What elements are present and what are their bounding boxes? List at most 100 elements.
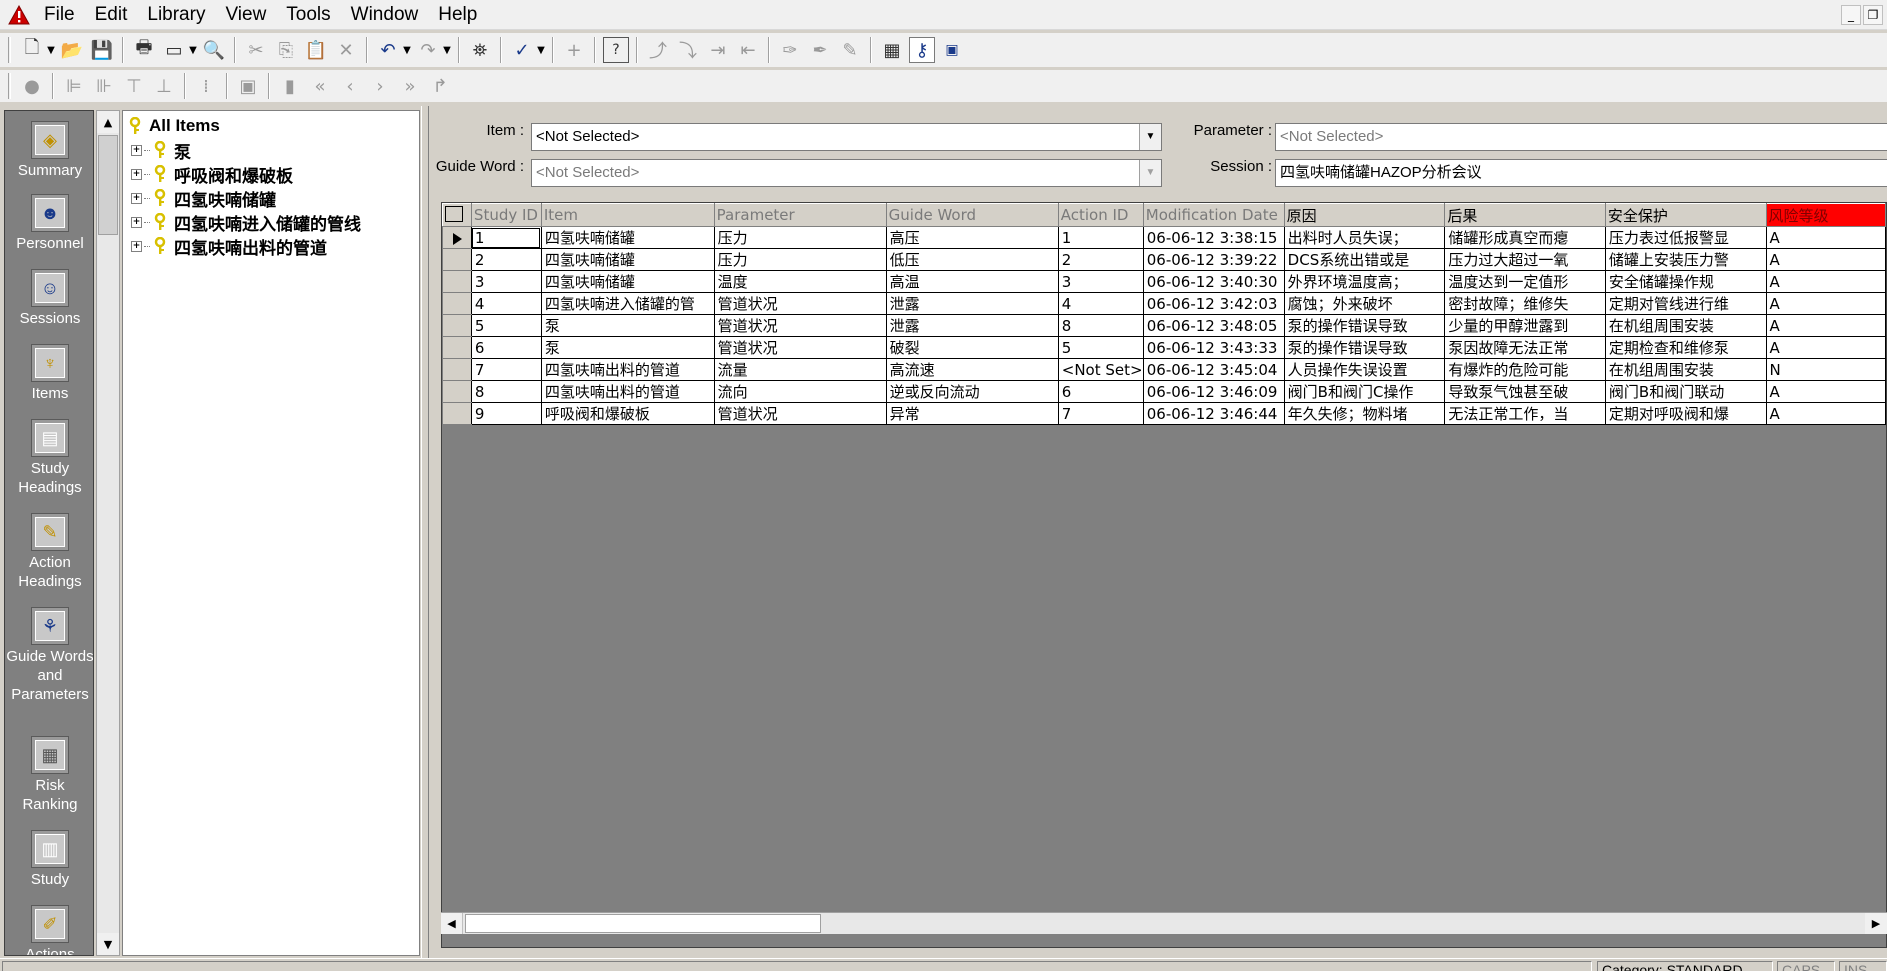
table-cell[interactable]: 密封故障；维修失 <box>1444 292 1606 315</box>
row-selector[interactable] <box>442 292 472 315</box>
scroll-up-icon[interactable]: ▲ <box>97 111 119 133</box>
column-header[interactable]: Item <box>540 203 715 227</box>
last-record-icon[interactable]: » <box>397 73 423 99</box>
table-cell[interactable]: 压力过大超过一氧 <box>1444 248 1606 271</box>
table-cell[interactable]: 储罐上安装压力警 <box>1604 248 1767 271</box>
warning-triangle-icon[interactable] <box>8 4 30 26</box>
scroll-down-icon[interactable]: ▼ <box>97 933 119 955</box>
table-cell[interactable]: 泵 <box>540 336 715 359</box>
table-cell[interactable]: 低压 <box>885 248 1059 271</box>
table-row[interactable]: 7 四氢呋喃出料的管道 流量 高流速 <Not Set> 06-06-12 3:45:04… <box>442 358 1886 381</box>
align-bottom-icon[interactable]: ⊥ <box>151 73 177 99</box>
table-cell[interactable]: 破裂 <box>885 336 1059 359</box>
paste-icon[interactable]: 📋 <box>303 37 329 63</box>
menu-window[interactable]: Window <box>341 0 429 30</box>
insert-node-icon[interactable]: ⤴ <box>645 37 671 63</box>
delete-node-icon[interactable]: ⇤ <box>735 37 761 63</box>
nav-sessions[interactable]: ☺ Sessions <box>5 269 93 328</box>
undo-dropdown-icon[interactable]: ▼ <box>401 37 413 63</box>
expand-icon[interactable]: + <box>131 216 142 228</box>
menu-library[interactable]: Library <box>137 0 215 30</box>
table-cell[interactable]: <Not Set> <box>1057 358 1144 381</box>
table-cell[interactable]: 泵的操作错误导致 <box>1283 314 1446 337</box>
table-cell[interactable]: 1 <box>470 226 542 249</box>
menu-edit[interactable]: Edit <box>85 0 138 30</box>
expand-icon[interactable]: + <box>131 192 142 204</box>
table-cell[interactable]: 06-06-12 3:38:15 <box>1142 226 1285 249</box>
table-cell[interactable]: 5 <box>1057 336 1144 359</box>
column-header[interactable]: 安全保护 <box>1604 203 1767 227</box>
page-dropdown-icon[interactable]: ▼ <box>187 37 199 63</box>
table-cell[interactable]: A <box>1765 270 1886 293</box>
parameter-filter-select[interactable]: <Not Selected> <box>1275 123 1887 151</box>
align-right-icon[interactable]: ⊪ <box>91 73 117 99</box>
nav-scrollbar[interactable]: ▲ ▼ <box>96 110 120 956</box>
restore-icon[interactable]: ❐ <box>1863 5 1883 25</box>
table-cell[interactable]: 压力 <box>713 226 887 249</box>
page-setup-icon[interactable]: ▭ <box>161 37 187 63</box>
table-cell[interactable]: 异常 <box>885 402 1059 425</box>
table-row[interactable]: 1 四氢呋喃储罐 压力 高压 1 06-06-12 3:38:15 出料时人员失误； 储罐形成… <box>442 226 1886 249</box>
tree-node[interactable]: + 四氢呋喃进入储罐的管线 <box>123 210 419 235</box>
table-row[interactable]: 2 四氢呋喃储罐 压力 低压 2 06-06-12 3:39:22 DCS系统出错或是 压力过… <box>442 248 1886 271</box>
table-cell[interactable]: 外界环境温度高； <box>1283 270 1446 293</box>
table-cell[interactable]: DCS系统出错或是 <box>1283 248 1446 271</box>
redo-dropdown-icon[interactable]: ▼ <box>441 37 453 63</box>
table-cell[interactable]: A <box>1765 292 1886 315</box>
menu-view[interactable]: View <box>215 0 276 30</box>
table-cell[interactable]: 逆或反向流动 <box>885 380 1059 403</box>
table-cell[interactable]: 定期检查和维修泵 <box>1604 336 1767 359</box>
scroll-thumb[interactable] <box>465 914 821 933</box>
table-cell[interactable]: 3 <box>1057 270 1144 293</box>
table-cell[interactable]: 四氢呋喃进入储罐的管 <box>540 292 715 315</box>
pane-splitter[interactable] <box>421 106 429 958</box>
grid-dots-icon[interactable]: ⁞ <box>193 73 219 99</box>
expand-icon[interactable]: + <box>131 144 142 156</box>
nav-personnel[interactable]: ☻ Personnel <box>5 194 93 253</box>
table-cell[interactable]: 7 <box>470 358 542 381</box>
table-cell[interactable]: 管道状况 <box>713 292 887 315</box>
key-toggle-icon[interactable]: ⚷ <box>909 37 935 63</box>
record-icon[interactable]: ● <box>19 73 45 99</box>
menu-tools[interactable]: Tools <box>276 0 340 30</box>
table-cell[interactable]: 阀门B和阀门联动 <box>1604 380 1767 403</box>
table-row[interactable]: 5 泵管道状况 泄露 8 06-06-12 3:48:05 泵的操作错误导致 少量的甲醇泄露… <box>442 314 1886 337</box>
table-cell[interactable]: 6 <box>1057 380 1144 403</box>
table-cell[interactable]: 温度 <box>713 270 887 293</box>
table-cell[interactable]: 压力 <box>713 248 887 271</box>
table-cell[interactable]: 高压 <box>885 226 1059 249</box>
chevron-down-icon[interactable]: ▼ <box>1139 160 1161 186</box>
table-cell[interactable]: 泄露 <box>885 292 1059 315</box>
table-cell[interactable]: 安全储罐操作规 <box>1604 270 1767 293</box>
minimize-icon[interactable]: _ <box>1841 5 1861 25</box>
table-cell[interactable]: 有爆炸的危险可能 <box>1444 358 1606 381</box>
table-cell[interactable]: 高温 <box>885 270 1059 293</box>
table-cell[interactable]: 温度达到一定值形 <box>1444 270 1606 293</box>
nav-summary[interactable]: ◈ Summary <box>5 121 93 180</box>
table-cell[interactable]: 06-06-12 3:40:30 <box>1142 270 1285 293</box>
print-icon[interactable]: 🖶 <box>131 37 157 63</box>
table-cell[interactable]: 9 <box>470 402 542 425</box>
table-cell[interactable]: 2 <box>1057 248 1144 271</box>
undo-icon[interactable]: ↶ <box>375 37 401 63</box>
table-cell[interactable]: A <box>1765 226 1886 249</box>
expand-icon[interactable]: + <box>131 240 142 252</box>
risk-level-column-header[interactable]: 风险等级 <box>1765 203 1886 227</box>
goto-icon[interactable]: ↱ <box>427 73 453 99</box>
table-cell[interactable]: 无法正常工作，当 <box>1444 402 1606 425</box>
table-cell[interactable]: 3 <box>470 270 542 293</box>
row-selector[interactable] <box>442 270 472 293</box>
table-cell[interactable]: 泵 <box>540 314 715 337</box>
nav-study[interactable]: ▥ Study <box>5 830 93 889</box>
table-cell[interactable]: A <box>1765 248 1886 271</box>
menu-file[interactable]: File <box>38 0 85 30</box>
column-header[interactable]: Action ID <box>1057 203 1144 227</box>
calendar-icon[interactable]: ▣ <box>939 37 965 63</box>
table-cell[interactable]: 06-06-12 3:46:09 <box>1142 380 1285 403</box>
table-cell[interactable]: 6 <box>470 336 542 359</box>
table-cell[interactable]: 06-06-12 3:45:04 <box>1142 358 1285 381</box>
table-cell[interactable]: 4 <box>1057 292 1144 315</box>
table-row[interactable]: 8 四氢呋喃出料的管道 流向 逆或反向流动 6 06-06-12 3:46:09 阀门B和阀… <box>442 380 1886 403</box>
new-dropdown-icon[interactable]: ▼ <box>45 37 57 63</box>
table-cell[interactable]: 腐蚀；外来破坏 <box>1283 292 1446 315</box>
